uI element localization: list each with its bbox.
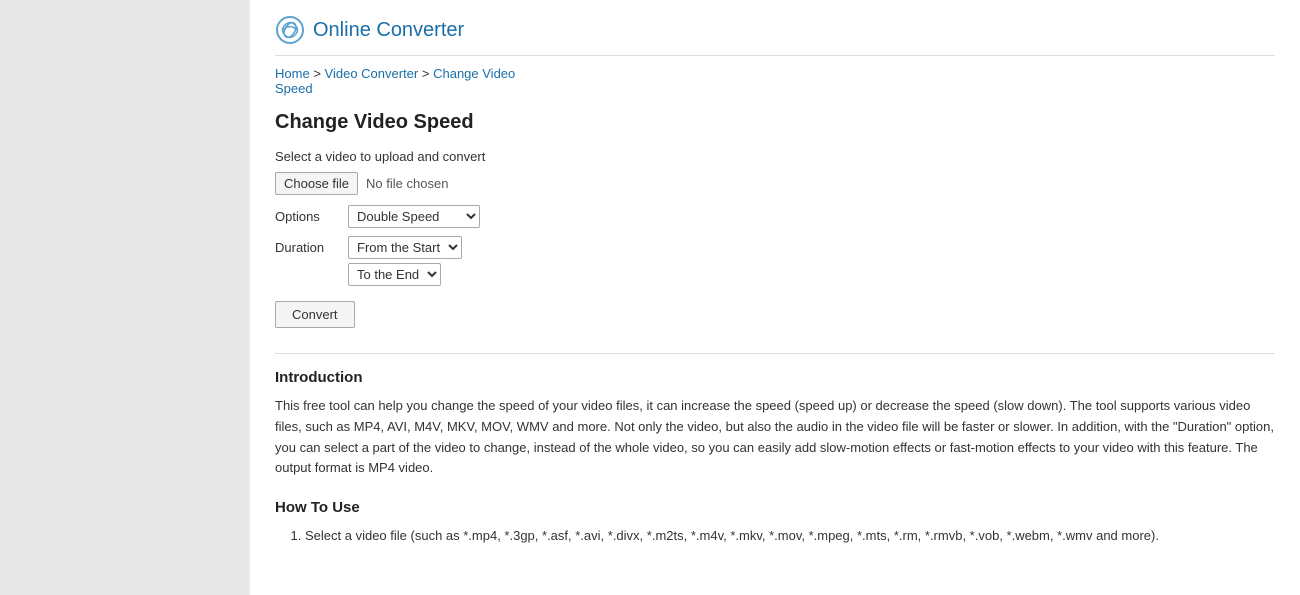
how-to-step1: Select a video file (such as *.mp4, *.3g… — [305, 526, 1275, 547]
file-row: Choose file No file chosen — [275, 172, 1275, 195]
how-to-list: Select a video file (such as *.mp4, *.3g… — [275, 526, 1275, 547]
choose-file-button[interactable]: Choose file — [275, 172, 358, 195]
duration-from-dropdown[interactable]: From the Start Custom — [348, 236, 462, 259]
breadcrumb-sep2: > — [422, 66, 433, 81]
options-label: Options — [275, 209, 340, 224]
options-row: Options Half Speed Double Speed Triple S… — [275, 205, 1275, 228]
duration-label: Duration — [275, 240, 340, 255]
header: Online Converter — [275, 15, 1275, 56]
upload-label: Select a video to upload and convert — [275, 149, 1275, 164]
page-title: Change Video Speed — [275, 111, 1275, 134]
duration-to-dropdown[interactable]: To the End Custom — [348, 263, 441, 286]
convert-button[interactable]: Convert — [275, 301, 355, 328]
intro-text: This free tool can help you change the s… — [275, 396, 1275, 479]
options-dropdown[interactable]: Half Speed Double Speed Triple Speed Qua… — [348, 205, 480, 228]
convert-row: Convert — [275, 301, 1275, 353]
page-wrapper: Online Converter Home > Video Converter … — [0, 0, 1300, 595]
breadcrumb: Home > Video Converter > Change VideoSpe… — [275, 66, 1275, 96]
no-file-text: No file chosen — [366, 176, 448, 191]
duration-to-row: To the End Custom — [348, 263, 1275, 286]
main-content: Online Converter Home > Video Converter … — [250, 0, 1300, 595]
duration-from-row: Duration From the Start Custom — [275, 236, 1275, 259]
sidebar — [0, 0, 250, 595]
breadcrumb-video-converter[interactable]: Video Converter — [325, 66, 419, 81]
breadcrumb-sep1: > — [313, 66, 324, 81]
how-to-title: How To Use — [275, 499, 1275, 516]
intro-title: Introduction — [275, 369, 1275, 386]
breadcrumb-home[interactable]: Home — [275, 66, 310, 81]
site-title: Online Converter — [313, 19, 464, 42]
logo-icon — [275, 15, 305, 45]
section-divider — [275, 353, 1275, 354]
